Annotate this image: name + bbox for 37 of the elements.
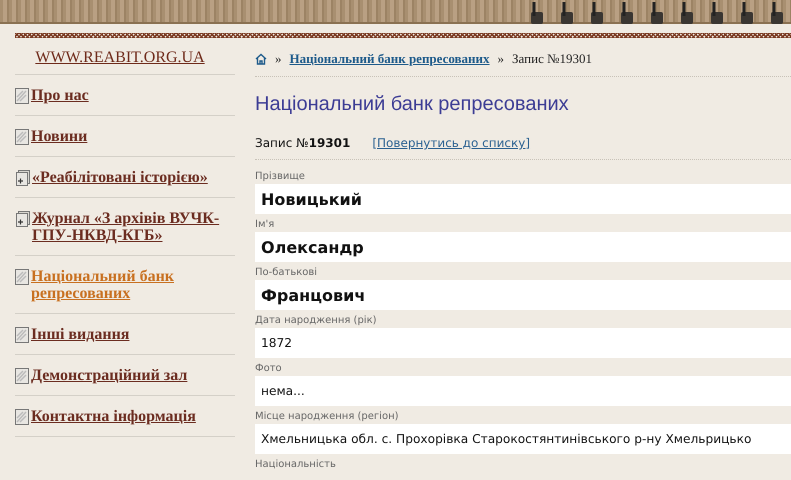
home-icon[interactable] <box>255 53 267 65</box>
breadcrumb-link[interactable]: Національний банк репресованих <box>290 51 490 67</box>
page-icon <box>15 327 29 343</box>
page-icon <box>15 88 29 104</box>
folder-plus-icon <box>15 170 30 186</box>
page-icon <box>15 368 29 384</box>
field-label: Фото <box>255 362 283 375</box>
field-value: Францович <box>255 280 791 310</box>
page-icon <box>15 409 29 425</box>
breadcrumb-separator: » <box>275 51 282 67</box>
page-icon <box>15 129 29 145</box>
folder-plus-icon <box>15 211 30 227</box>
menu-link[interactable]: Інші видання <box>31 326 130 343</box>
field-value: Олександр <box>255 232 791 262</box>
field-value: 1872 <box>255 328 791 358</box>
field-label: По-батькові <box>255 266 318 279</box>
site-link[interactable]: WWW.REABIT.ORG.UA <box>35 49 215 67</box>
page-heading: Національний банк репресованих <box>255 93 570 116</box>
field-label: Місце народження (регіон) <box>255 410 400 423</box>
breadcrumb-current: Запис №19301 <box>512 51 592 67</box>
field-label: Прізвище <box>255 170 306 183</box>
field-label: Дата народження (рік) <box>255 314 378 327</box>
field-value: Хмельницька обл. с. Прохорівка Старокостянтинівського р-ну Хмельрицько <box>255 424 791 454</box>
field-value: нема... <box>255 376 791 406</box>
back-to-list-link[interactable]: [Повернутись до списку] <box>372 136 530 150</box>
field-value: Новицький <box>255 184 791 214</box>
page-icon <box>15 269 29 285</box>
menu-link[interactable]: Журнал «З архівів ВУЧК-ГПУ-НКВД-КГБ» <box>32 210 235 244</box>
field-label: Національність <box>255 458 337 471</box>
record-number: Запис №19301 <box>255 136 350 150</box>
menu-link[interactable]: «Реабілітовані історією» <box>32 169 208 186</box>
menu-link[interactable]: Контактна інформація <box>31 408 196 425</box>
field-label: Ім'я <box>255 218 276 231</box>
menu-link[interactable]: Новини <box>31 128 88 145</box>
breadcrumb-separator: » <box>498 51 504 67</box>
menu-link[interactable]: Демонстраційний зал <box>31 367 188 384</box>
menu-link[interactable]: Про нас <box>31 87 89 104</box>
